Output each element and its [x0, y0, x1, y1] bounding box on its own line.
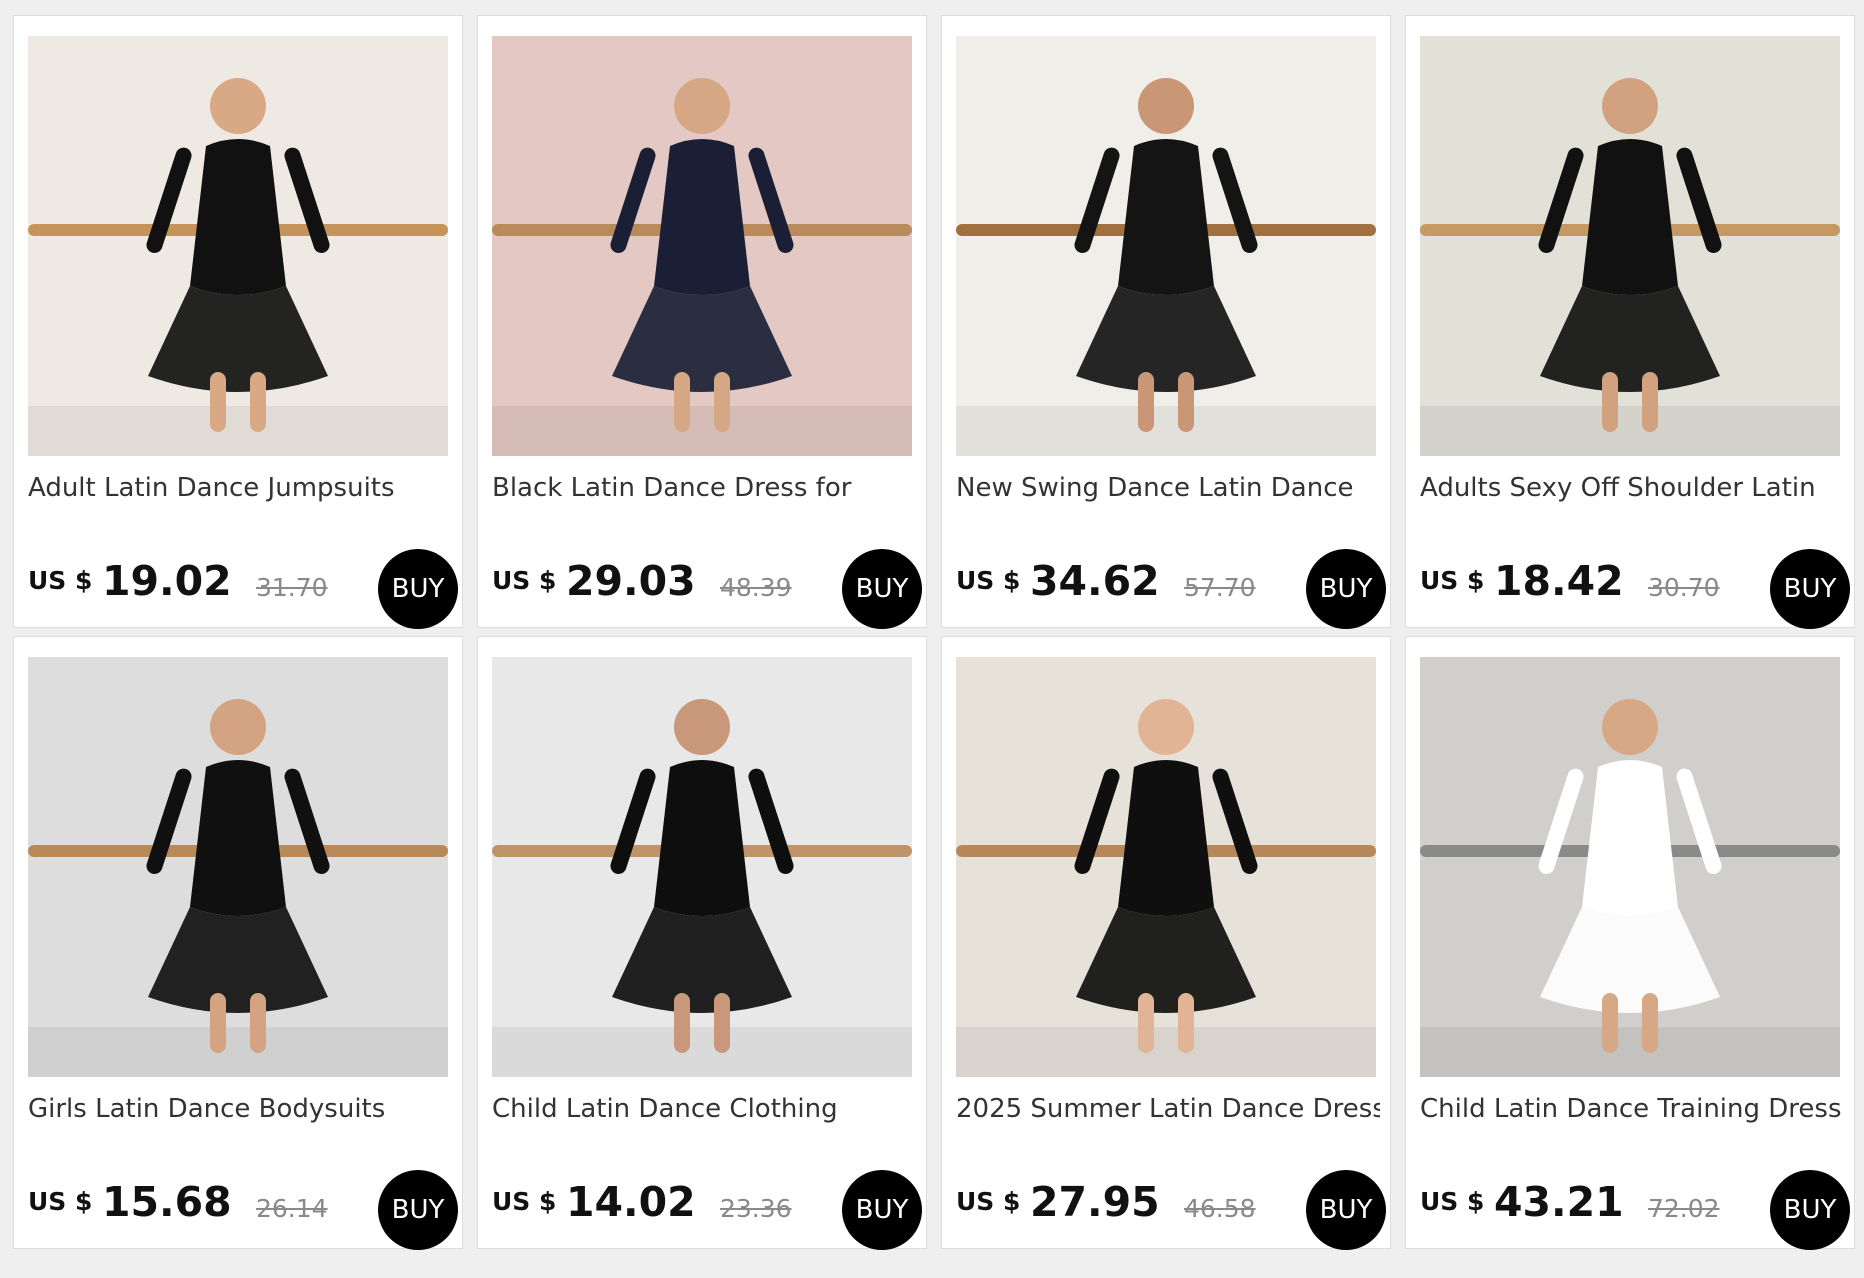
buy-button[interactable]: BUY	[1306, 549, 1386, 629]
buy-button[interactable]: BUY	[378, 549, 458, 629]
currency-label: US $	[28, 1187, 93, 1216]
currency-label: US $	[956, 1187, 1021, 1216]
original-price: 48.39	[720, 573, 792, 602]
buy-button[interactable]: BUY	[842, 1170, 922, 1250]
photo-placeholder-icon	[492, 36, 912, 456]
photo-placeholder-icon	[28, 36, 448, 456]
price-row: US $ 29.03 48.39 BUY	[492, 548, 922, 629]
original-price: 57.70	[1184, 573, 1256, 602]
product-title[interactable]: 2025 Summer Latin Dance Dress	[956, 1094, 1380, 1124]
photo-placeholder-icon	[956, 657, 1376, 1077]
product-card-7[interactable]: 2025 Summer Latin Dance Dress US $ 27.95…	[941, 636, 1391, 1250]
dancer-leopard-fringe-dress-photo[interactable]	[956, 36, 1376, 456]
currency-label: US $	[492, 1187, 557, 1216]
original-price: 30.70	[1648, 573, 1720, 602]
price-row: US $ 18.42 30.70 BUY	[1420, 548, 1850, 629]
sale-price: 14.02	[566, 1178, 696, 1226]
original-price: 72.02	[1648, 1194, 1720, 1223]
buy-button[interactable]: BUY	[1770, 1170, 1850, 1250]
product-card-4[interactable]: Adults Sexy Off Shoulder Latin US $ 18.4…	[1405, 15, 1855, 629]
product-title[interactable]: Adult Latin Dance Jumpsuits	[28, 473, 452, 503]
child-group-white-dress-photo[interactable]	[1420, 657, 1840, 1077]
price-row: US $ 43.21 72.02 BUY	[1420, 1169, 1850, 1250]
product-card-6[interactable]: Child Latin Dance Clothing US $ 14.02 23…	[477, 636, 927, 1250]
price-row: US $ 15.68 26.14 BUY	[28, 1169, 458, 1250]
sale-price: 27.95	[1030, 1178, 1160, 1226]
currency-label: US $	[1420, 1187, 1485, 1216]
product-card-5[interactable]: Girls Latin Dance Bodysuits US $ 15.68 2…	[13, 636, 463, 1250]
product-title[interactable]: Black Latin Dance Dress for	[492, 473, 916, 503]
sale-price: 34.62	[1030, 557, 1160, 605]
buy-button[interactable]: BUY	[1770, 549, 1850, 629]
sale-price: 29.03	[566, 557, 696, 605]
sale-price: 19.02	[102, 557, 232, 605]
product-title[interactable]: Child Latin Dance Training Dress	[1420, 1094, 1844, 1124]
photo-placeholder-icon	[1420, 657, 1840, 1077]
product-title[interactable]: Adults Sexy Off Shoulder Latin	[1420, 473, 1844, 503]
photo-placeholder-icon	[28, 657, 448, 1077]
product-card-1[interactable]: Adult Latin Dance Jumpsuits US $ 19.02 3…	[13, 15, 463, 629]
product-title[interactable]: Child Latin Dance Clothing	[492, 1094, 916, 1124]
original-price: 46.58	[1184, 1194, 1256, 1223]
product-grid: Adult Latin Dance Jumpsuits US $ 19.02 3…	[13, 15, 1855, 1250]
sale-price: 15.68	[102, 1178, 232, 1226]
product-card-3[interactable]: New Swing Dance Latin Dance US $ 34.62 5…	[941, 15, 1391, 629]
currency-label: US $	[956, 566, 1021, 595]
product-title[interactable]: New Swing Dance Latin Dance	[956, 473, 1380, 503]
original-price: 31.70	[256, 573, 328, 602]
photo-placeholder-icon	[956, 36, 1376, 456]
buy-button[interactable]: BUY	[1306, 1170, 1386, 1250]
currency-label: US $	[492, 566, 557, 595]
buy-button[interactable]: BUY	[378, 1170, 458, 1250]
original-price: 26.14	[256, 1194, 328, 1223]
child-mesh-sleeve-bodysuit-photo[interactable]	[492, 657, 912, 1077]
girls-black-bodysuit-photo[interactable]	[28, 657, 448, 1077]
price-row: US $ 14.02 23.36 BUY	[492, 1169, 922, 1250]
buy-button[interactable]: BUY	[842, 549, 922, 629]
price-row: US $ 19.02 31.70 BUY	[28, 548, 458, 629]
product-card-2[interactable]: Black Latin Dance Dress for US $ 29.03 4…	[477, 15, 927, 629]
original-price: 23.36	[720, 1194, 792, 1223]
product-card-8[interactable]: Child Latin Dance Training Dress US $ 43…	[1405, 636, 1855, 1250]
currency-label: US $	[1420, 566, 1485, 595]
price-row: US $ 34.62 57.70 BUY	[956, 548, 1386, 629]
product-title[interactable]: Girls Latin Dance Bodysuits	[28, 1094, 452, 1124]
sale-price: 43.21	[1494, 1178, 1624, 1226]
sale-price: 18.42	[1494, 557, 1624, 605]
photo-placeholder-icon	[492, 657, 912, 1077]
price-row: US $ 27.95 46.58 BUY	[956, 1169, 1386, 1250]
dancer-navy-dress-photo[interactable]	[492, 36, 912, 456]
dancer-black-jumpsuit-photo[interactable]	[28, 36, 448, 456]
dancer-halter-ruffle-dress-photo[interactable]	[956, 657, 1376, 1077]
dancer-off-shoulder-set-photo[interactable]	[1420, 36, 1840, 456]
currency-label: US $	[28, 566, 93, 595]
photo-placeholder-icon	[1420, 36, 1840, 456]
